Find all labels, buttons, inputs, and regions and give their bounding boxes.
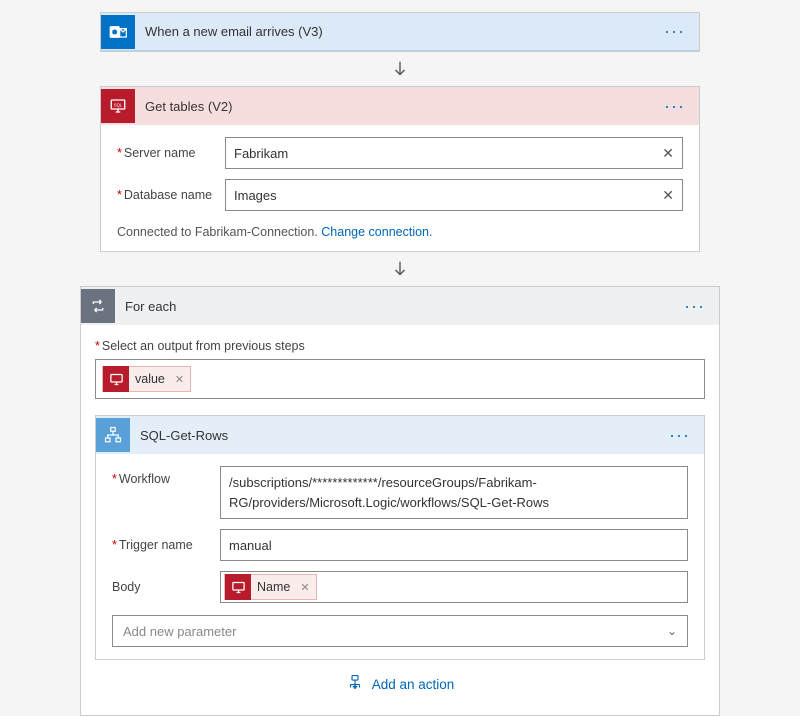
change-connection-link[interactable]: Change connection.: [321, 225, 432, 239]
trigger-card: When a new email arrives (V3) ···: [100, 12, 700, 52]
for-each-body: *Select an output from previous steps va…: [81, 325, 719, 715]
arrow-down-icon: [389, 58, 411, 80]
connection-info: Connected to Fabrikam-Connection. Change…: [117, 221, 683, 239]
outlook-icon: [101, 15, 135, 49]
trigger-title: When a new email arrives (V3): [145, 24, 660, 39]
trigger-header[interactable]: When a new email arrives (V3) ···: [101, 13, 699, 51]
add-action-icon: [346, 674, 364, 695]
arrow-down-icon: [389, 258, 411, 280]
loop-icon: [81, 289, 115, 323]
sql-get-rows-menu-icon[interactable]: ···: [665, 425, 694, 446]
body-input[interactable]: Name ✕: [220, 571, 688, 603]
workflow-label: *Workflow: [112, 466, 220, 486]
get-tables-header[interactable]: SQL Get tables (V2) ···: [101, 87, 699, 125]
name-token: Name ✕: [224, 574, 317, 600]
sql-get-rows-card: SQL-Get-Rows ··· *Workflow /subscription…: [95, 415, 705, 660]
trigger-name-input[interactable]: manual: [220, 529, 688, 561]
get-tables-card: SQL Get tables (V2) ··· *Server name Fab…: [100, 86, 700, 252]
for-each-header[interactable]: For each ···: [81, 287, 719, 325]
remove-token-icon[interactable]: ✕: [294, 581, 315, 594]
sql-get-rows-title: SQL-Get-Rows: [140, 428, 665, 443]
get-tables-title: Get tables (V2): [145, 99, 660, 114]
database-name-input[interactable]: Images ✕: [225, 179, 683, 211]
body-label: Body: [112, 580, 220, 594]
for-each-title: For each: [125, 299, 680, 314]
sql-get-rows-header[interactable]: SQL-Get-Rows ···: [96, 416, 704, 454]
remove-token-icon[interactable]: ✕: [169, 373, 190, 386]
svg-text:SQL: SQL: [114, 102, 123, 107]
database-name-label: *Database name: [117, 188, 225, 202]
server-name-label: *Server name: [117, 146, 225, 160]
get-tables-body: *Server name Fabrikam ✕ *Database name I…: [101, 125, 699, 251]
chevron-down-icon: ⌄: [667, 624, 677, 638]
add-action-button[interactable]: Add an action: [95, 660, 705, 699]
server-name-input[interactable]: Fabrikam ✕: [225, 137, 683, 169]
select-output-label: *Select an output from previous steps: [95, 339, 705, 353]
clear-icon[interactable]: ✕: [662, 145, 674, 162]
trigger-menu-icon[interactable]: ···: [660, 21, 689, 42]
sql-icon: [103, 366, 129, 392]
for-each-menu-icon[interactable]: ···: [680, 296, 709, 317]
workflow-icon: [96, 418, 130, 452]
sql-icon: SQL: [101, 89, 135, 123]
get-tables-menu-icon[interactable]: ···: [660, 96, 689, 117]
trigger-name-label: *Trigger name: [112, 538, 220, 552]
workflow-input[interactable]: /subscriptions/*************/resourceGro…: [220, 466, 688, 519]
select-output-input[interactable]: value ✕: [95, 359, 705, 399]
for-each-card: For each ··· *Select an output from prev…: [80, 286, 720, 716]
clear-icon[interactable]: ✕: [662, 187, 674, 204]
sql-get-rows-body: *Workflow /subscriptions/*************/r…: [96, 454, 704, 659]
value-token: value ✕: [102, 366, 191, 392]
sql-icon: [225, 574, 251, 600]
